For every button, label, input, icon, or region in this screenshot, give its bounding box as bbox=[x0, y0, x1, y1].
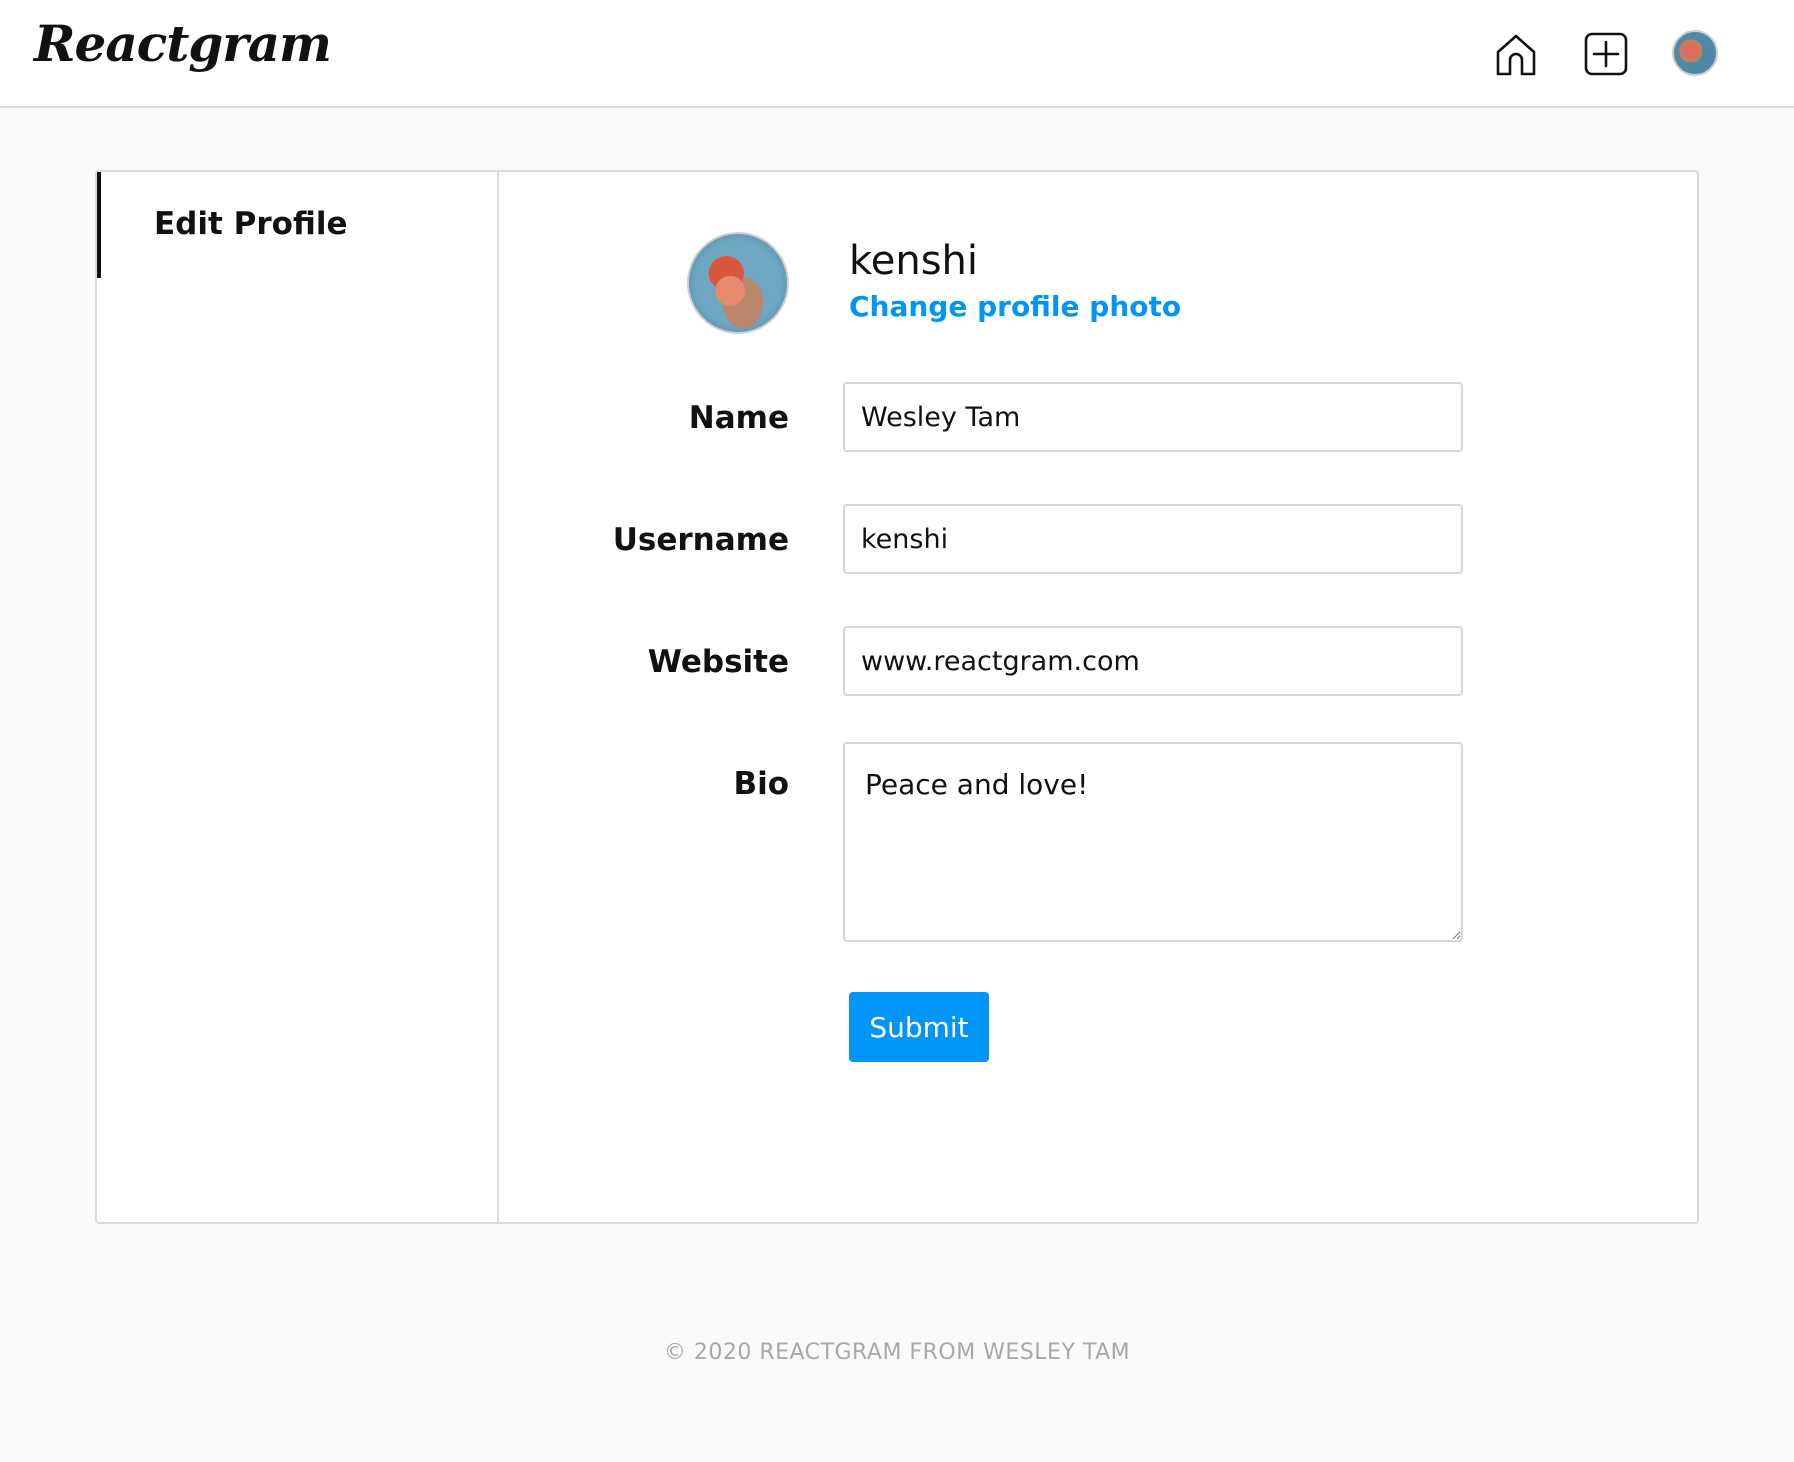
home-icon[interactable] bbox=[1490, 28, 1542, 80]
bio-label: Bio bbox=[733, 766, 789, 802]
top-navbar: Reactgram bbox=[0, 0, 1794, 108]
name-label: Name bbox=[688, 400, 789, 436]
name-field[interactable] bbox=[843, 382, 1463, 452]
bio-textarea[interactable]: Peace and love! bbox=[843, 742, 1463, 942]
website-field[interactable] bbox=[843, 626, 1463, 696]
profile-username: kenshi bbox=[849, 238, 979, 284]
profile-photo[interactable] bbox=[687, 232, 789, 334]
profile-avatar-icon[interactable] bbox=[1672, 30, 1718, 76]
username-field[interactable] bbox=[843, 504, 1463, 574]
change-profile-photo-link[interactable]: Change profile photo bbox=[849, 290, 1181, 323]
sidebar-item-edit-profile[interactable]: Edit Profile bbox=[97, 172, 497, 278]
sidebar-item-label: Edit Profile bbox=[154, 206, 348, 242]
website-label: Website bbox=[647, 644, 789, 680]
edit-profile-card: Edit Profile kenshi Change profile photo… bbox=[95, 170, 1699, 1224]
submit-button[interactable]: Submit bbox=[849, 992, 989, 1062]
footer-copyright: © 2020 REACTGRAM FROM WESLEY TAM bbox=[663, 1340, 1131, 1365]
reactgram-logo[interactable]: Reactgram bbox=[34, 14, 332, 73]
settings-sidebar: Edit Profile bbox=[97, 172, 499, 1222]
username-label: Username bbox=[612, 522, 789, 558]
new-post-icon[interactable] bbox=[1580, 28, 1632, 80]
